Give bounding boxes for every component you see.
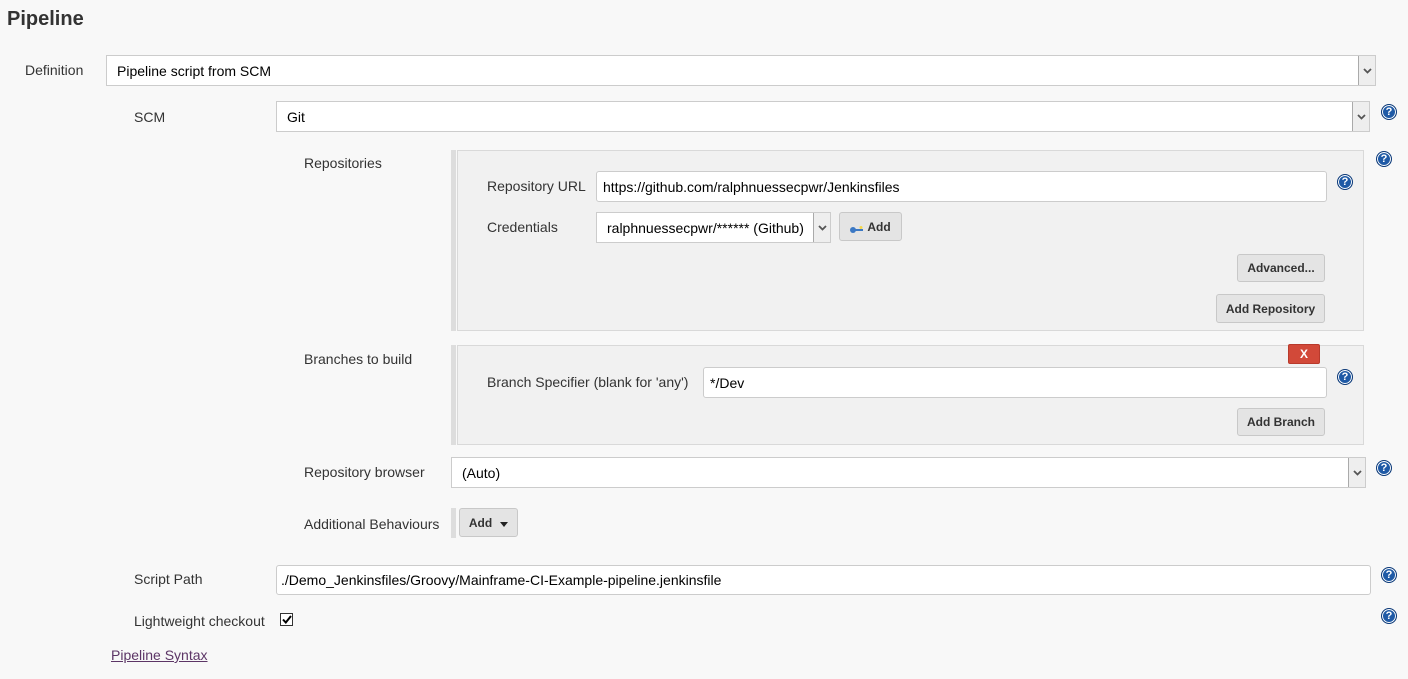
credentials-select[interactable]: ralphnuessecpwr/****** (Github) [596, 212, 831, 243]
behaviours-panel-bar [451, 508, 456, 538]
add-credentials-button[interactable]: Add [839, 212, 902, 241]
definition-label: Definition [25, 62, 84, 78]
add-repository-button[interactable]: Add Repository [1216, 294, 1325, 323]
pipeline-syntax-link[interactable]: Pipeline Syntax [111, 647, 208, 663]
credentials-value: ralphnuessecpwr/****** (Github) [607, 219, 804, 236]
definition-value: Pipeline script from SCM [117, 62, 272, 79]
add-behaviour-button[interactable]: Add [459, 508, 518, 537]
chevron-down-icon [1348, 458, 1365, 487]
lightweight-checkout-label: Lightweight checkout [134, 613, 265, 629]
scm-value: Git [287, 108, 305, 125]
help-icon-repository-browser[interactable]: ? [1376, 460, 1392, 476]
credentials-label: Credentials [487, 219, 558, 235]
repository-url-input[interactable]: https://github.com/ralphnuessecpwr/Jenki… [596, 171, 1327, 202]
key-icon [850, 223, 864, 233]
repositories-panel-bar [451, 150, 456, 331]
lightweight-checkout-checkbox[interactable] [280, 613, 293, 626]
additional-behaviours-label: Additional Behaviours [304, 516, 440, 532]
repository-url-value: https://github.com/ralphnuessecpwr/Jenki… [603, 178, 900, 195]
checkmark-icon [281, 615, 292, 624]
chevron-down-icon [1352, 102, 1369, 131]
scm-select[interactable]: Git [276, 101, 1370, 132]
branches-label: Branches to build [304, 351, 413, 367]
help-icon-branch-specifier[interactable]: ? [1337, 369, 1353, 385]
script-path-value: ./Demo_Jenkinsfiles/Groovy/Mainframe-CI-… [281, 572, 722, 588]
definition-select[interactable]: Pipeline script from SCM [106, 55, 1376, 86]
repository-url-label: Repository URL [487, 178, 586, 194]
chevron-down-icon [1358, 56, 1375, 85]
chevron-down-icon [813, 213, 830, 242]
help-icon-scm[interactable]: ? [1381, 104, 1397, 120]
branches-panel-bar [451, 345, 456, 445]
add-branch-button[interactable]: Add Branch [1237, 408, 1325, 436]
help-icon-lightweight-checkout[interactable]: ? [1381, 608, 1397, 624]
script-path-label: Script Path [134, 571, 203, 587]
help-icon-script-path[interactable]: ? [1381, 567, 1397, 583]
delete-branch-button[interactable]: X [1288, 344, 1320, 364]
repository-browser-label: Repository browser [304, 464, 425, 480]
branch-specifier-input[interactable]: */Dev [703, 367, 1327, 398]
repositories-label: Repositories [304, 155, 382, 171]
scm-label: SCM [134, 109, 166, 125]
script-path-input[interactable]: ./Demo_Jenkinsfiles/Groovy/Mainframe-CI-… [276, 565, 1371, 595]
add-behaviour-label: Add [468, 515, 493, 530]
add-credentials-label: Add [867, 219, 891, 234]
caret-down-icon [500, 516, 509, 530]
repository-browser-value: (Auto) [462, 464, 501, 481]
help-icon-repository-url[interactable]: ? [1337, 174, 1353, 190]
repository-browser-select[interactable]: (Auto) [451, 457, 1366, 488]
section-title: Pipeline [7, 8, 84, 30]
branch-specifier-label: Branch Specifier (blank for 'any') [487, 374, 689, 390]
help-icon-repositories[interactable]: ? [1376, 151, 1392, 167]
branch-specifier-value: */Dev [710, 374, 745, 391]
advanced-button[interactable]: Advanced... [1237, 254, 1325, 282]
